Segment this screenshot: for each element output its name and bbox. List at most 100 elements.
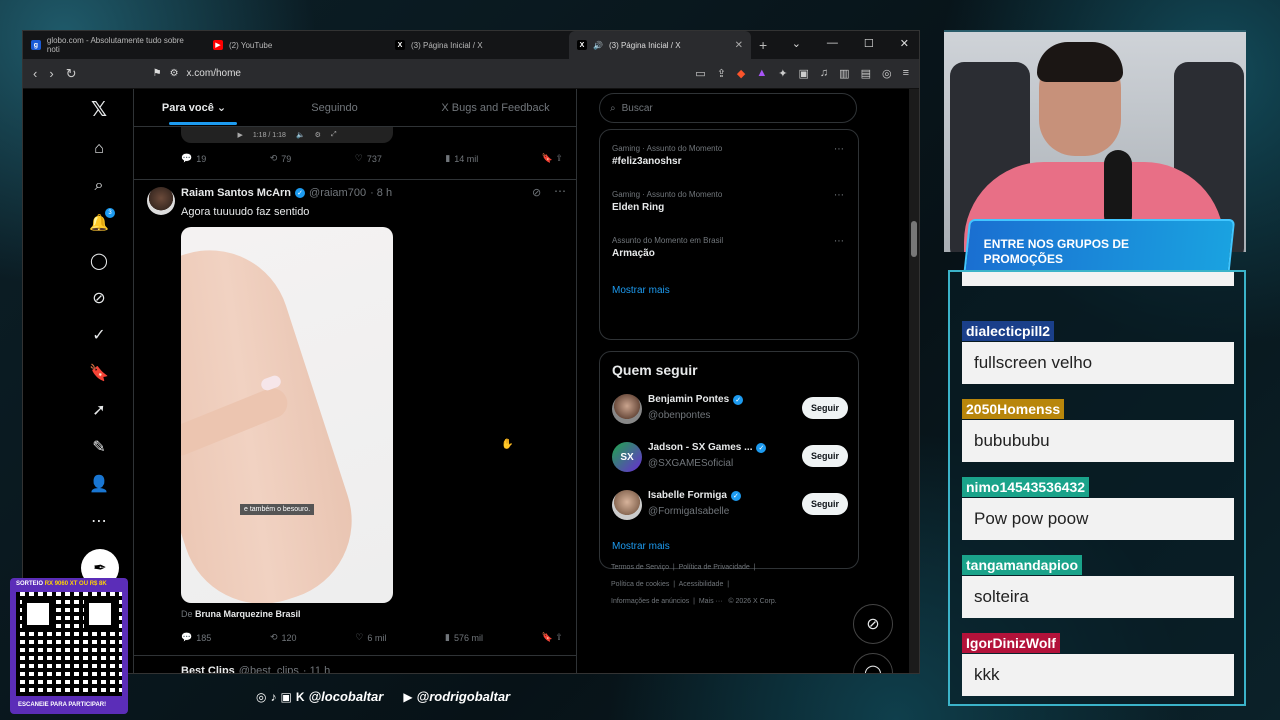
tab-x-1[interactable]: X (3) Página Inicial / X	[387, 31, 569, 59]
wallet-icon[interactable]: ▤	[861, 67, 871, 80]
trend-item[interactable]: Gaming · Assunto do Momento #feliz3anoshs…	[612, 144, 722, 167]
grok-icon[interactable]: ⊘	[89, 288, 109, 308]
author-name[interactable]: Best Clips	[181, 665, 235, 673]
sx-games-logo-icon[interactable]: SX	[612, 442, 642, 472]
tweet-more-icon[interactable]: ⋯	[554, 184, 566, 198]
forward-icon[interactable]: ›	[49, 66, 53, 81]
repost-button[interactable]: ⟲ 120	[270, 632, 297, 643]
brave-rewards-icon[interactable]: ▲	[756, 67, 767, 80]
scrollbar-thumb[interactable]	[911, 221, 917, 257]
messages-icon[interactable]: ◯	[89, 251, 109, 271]
menu-icon[interactable]: ≡	[903, 67, 909, 80]
tab-x-active[interactable]: X 🔊 (3) Página Inicial / X ✕	[569, 31, 751, 59]
repost-button[interactable]: ⟲ 79	[270, 153, 292, 164]
music-icon[interactable]: ♫	[820, 67, 828, 80]
avatar[interactable]	[612, 490, 642, 520]
tab-youtube[interactable]: ▶ (2) YouTube	[205, 31, 387, 59]
footer-link[interactable]: Acessibilidade	[679, 581, 724, 588]
follow-handle: @obenpontes	[648, 410, 711, 421]
notifications-icon[interactable]: 🔔 3	[89, 208, 115, 233]
play-icon[interactable]: ▶	[237, 131, 242, 139]
tweet-time[interactable]: · 11 h	[303, 665, 330, 673]
grok-explain-icon[interactable]: ⊘	[532, 186, 541, 199]
follow-button[interactable]: Seguir	[801, 493, 848, 515]
more-icon[interactable]: ⋯	[89, 511, 109, 531]
volume-icon[interactable]: 🔈	[296, 131, 305, 139]
trend-name: Elden Ring	[612, 202, 665, 213]
minimize-button[interactable]: —	[827, 37, 838, 50]
views-button[interactable]: ▮ 14 mil	[445, 153, 478, 164]
show-more-link[interactable]: Mostrar mais	[612, 285, 670, 296]
follow-suggestion[interactable]: SX Jadson - SX Games ... ✓ @SXGAMESoficia…	[612, 440, 848, 474]
messages-fab-icon[interactable]: ◯	[853, 653, 893, 673]
settings-icon[interactable]: ⚙	[315, 131, 321, 139]
search-input[interactable]: ⌕ Buscar	[599, 93, 857, 123]
footer-link[interactable]: Política de Privacidade	[679, 564, 750, 571]
speaker-icon[interactable]: 🔊	[593, 41, 603, 50]
tweet-video[interactable]: e também o besouro.	[181, 227, 393, 603]
x-logo-icon[interactable]: 𝕏	[89, 99, 109, 121]
avatar[interactable]	[612, 394, 642, 424]
video-controls[interactable]: ▶ 1:18 / 1:18 🔈 ⚙ ⤢	[181, 127, 393, 143]
follow-button[interactable]: Seguir	[801, 445, 848, 467]
url-field[interactable]: ⚑ ⚙ x.com/home	[153, 68, 241, 79]
sidebar-icon[interactable]: ▥	[839, 67, 849, 80]
footer-link[interactable]: Termos de Serviço	[611, 564, 669, 571]
extensions-icon[interactable]: ✦	[778, 67, 787, 80]
tab-globo[interactable]: g globo.com - Absolutamente tudo sobre no…	[23, 31, 205, 59]
bookmark-tweet-icon[interactable]: 🔖 ⇪	[542, 632, 563, 643]
bookmark-tweet-icon[interactable]: 🔖 ⇪	[542, 153, 563, 164]
reply-button[interactable]: 💬 19	[181, 153, 206, 164]
author-handle[interactable]: @best_clips	[239, 665, 299, 673]
follow-suggestion[interactable]: Benjamin Pontes ✓ @obenpontes Seguir	[612, 392, 848, 426]
views-button[interactable]: ▮ 576 mil	[445, 632, 483, 643]
footer-link[interactable]: Política de cookies	[611, 581, 669, 588]
show-more-link[interactable]: Mostrar mais	[612, 541, 670, 552]
trend-item[interactable]: Gaming · Assunto do Momento Elden Ring	[612, 190, 722, 213]
browser-window: g globo.com - Absolutamente tudo sobre no…	[22, 30, 920, 674]
home-icon[interactable]: ⌂	[89, 139, 109, 159]
trend-item[interactable]: Assunto do Momento em Brasil Armação	[612, 236, 723, 259]
follow-button[interactable]: Seguir	[801, 397, 848, 419]
bookmarks-icon[interactable]: 🔖	[89, 363, 109, 383]
back-icon[interactable]: ‹	[33, 66, 37, 81]
footer-link[interactable]: Mais ···	[699, 598, 723, 605]
chevron-down-icon[interactable]: ⌄	[792, 37, 801, 50]
reload-icon[interactable]: ↻	[66, 66, 77, 82]
cast-icon[interactable]: ▭	[695, 67, 705, 80]
search-icon[interactable]: ⌕	[89, 176, 109, 196]
like-button[interactable]: ♡ 6 mil	[355, 632, 386, 643]
trend-more-icon[interactable]: ⋯	[834, 144, 844, 155]
tab-seguindo[interactable]: Seguindo	[254, 89, 415, 127]
trend-more-icon[interactable]: ⋯	[834, 190, 844, 201]
avatar[interactable]	[147, 187, 175, 215]
author-name[interactable]: Raiam Santos McArn	[181, 187, 291, 199]
new-tab-button[interactable]: +	[759, 37, 767, 53]
profile-icon[interactable]: 👤	[89, 474, 109, 494]
author-handle[interactable]: @raiam700	[309, 187, 366, 199]
page-scrollbar[interactable]	[909, 89, 919, 673]
source-name[interactable]: Bruna Marquezine Brasil	[195, 609, 301, 619]
close-tab-icon[interactable]: ✕	[735, 40, 743, 51]
share-icon[interactable]: ⇪	[717, 67, 726, 80]
trend-more-icon[interactable]: ⋯	[834, 236, 844, 247]
grok-fab-icon[interactable]: ⊘	[853, 604, 893, 644]
verified-orgs-icon[interactable]: ✓	[89, 325, 109, 345]
articles-icon[interactable]: ✎	[89, 437, 109, 457]
jobs-icon[interactable]: ➚	[89, 400, 109, 420]
fullscreen-icon[interactable]: ⤢	[331, 131, 337, 139]
close-window-button[interactable]: ✕	[900, 37, 909, 50]
tweet-time[interactable]: · 8 h	[370, 187, 392, 199]
bookmark-icon[interactable]: ⚑	[153, 68, 162, 79]
follow-suggestion[interactable]: Isabelle Formiga ✓ @FormigaIsabelle Segui…	[612, 488, 848, 522]
tab-bugs-feedback[interactable]: X Bugs and Feedback	[415, 89, 576, 127]
footer-link[interactable]: Informações de anúncios	[611, 598, 689, 605]
reply-button[interactable]: 💬 185	[181, 632, 211, 643]
brave-shield-icon[interactable]: ◆	[737, 67, 745, 80]
maximize-button[interactable]: ☐	[864, 37, 874, 50]
like-button[interactable]: ♡ 737	[355, 153, 382, 164]
screenshot-icon[interactable]: ▣	[799, 67, 809, 80]
site-info-icon[interactable]: ⚙	[170, 68, 179, 79]
vpn-icon[interactable]: ◎	[882, 67, 892, 80]
tab-para-voce[interactable]: Para você ⌄	[134, 89, 254, 127]
